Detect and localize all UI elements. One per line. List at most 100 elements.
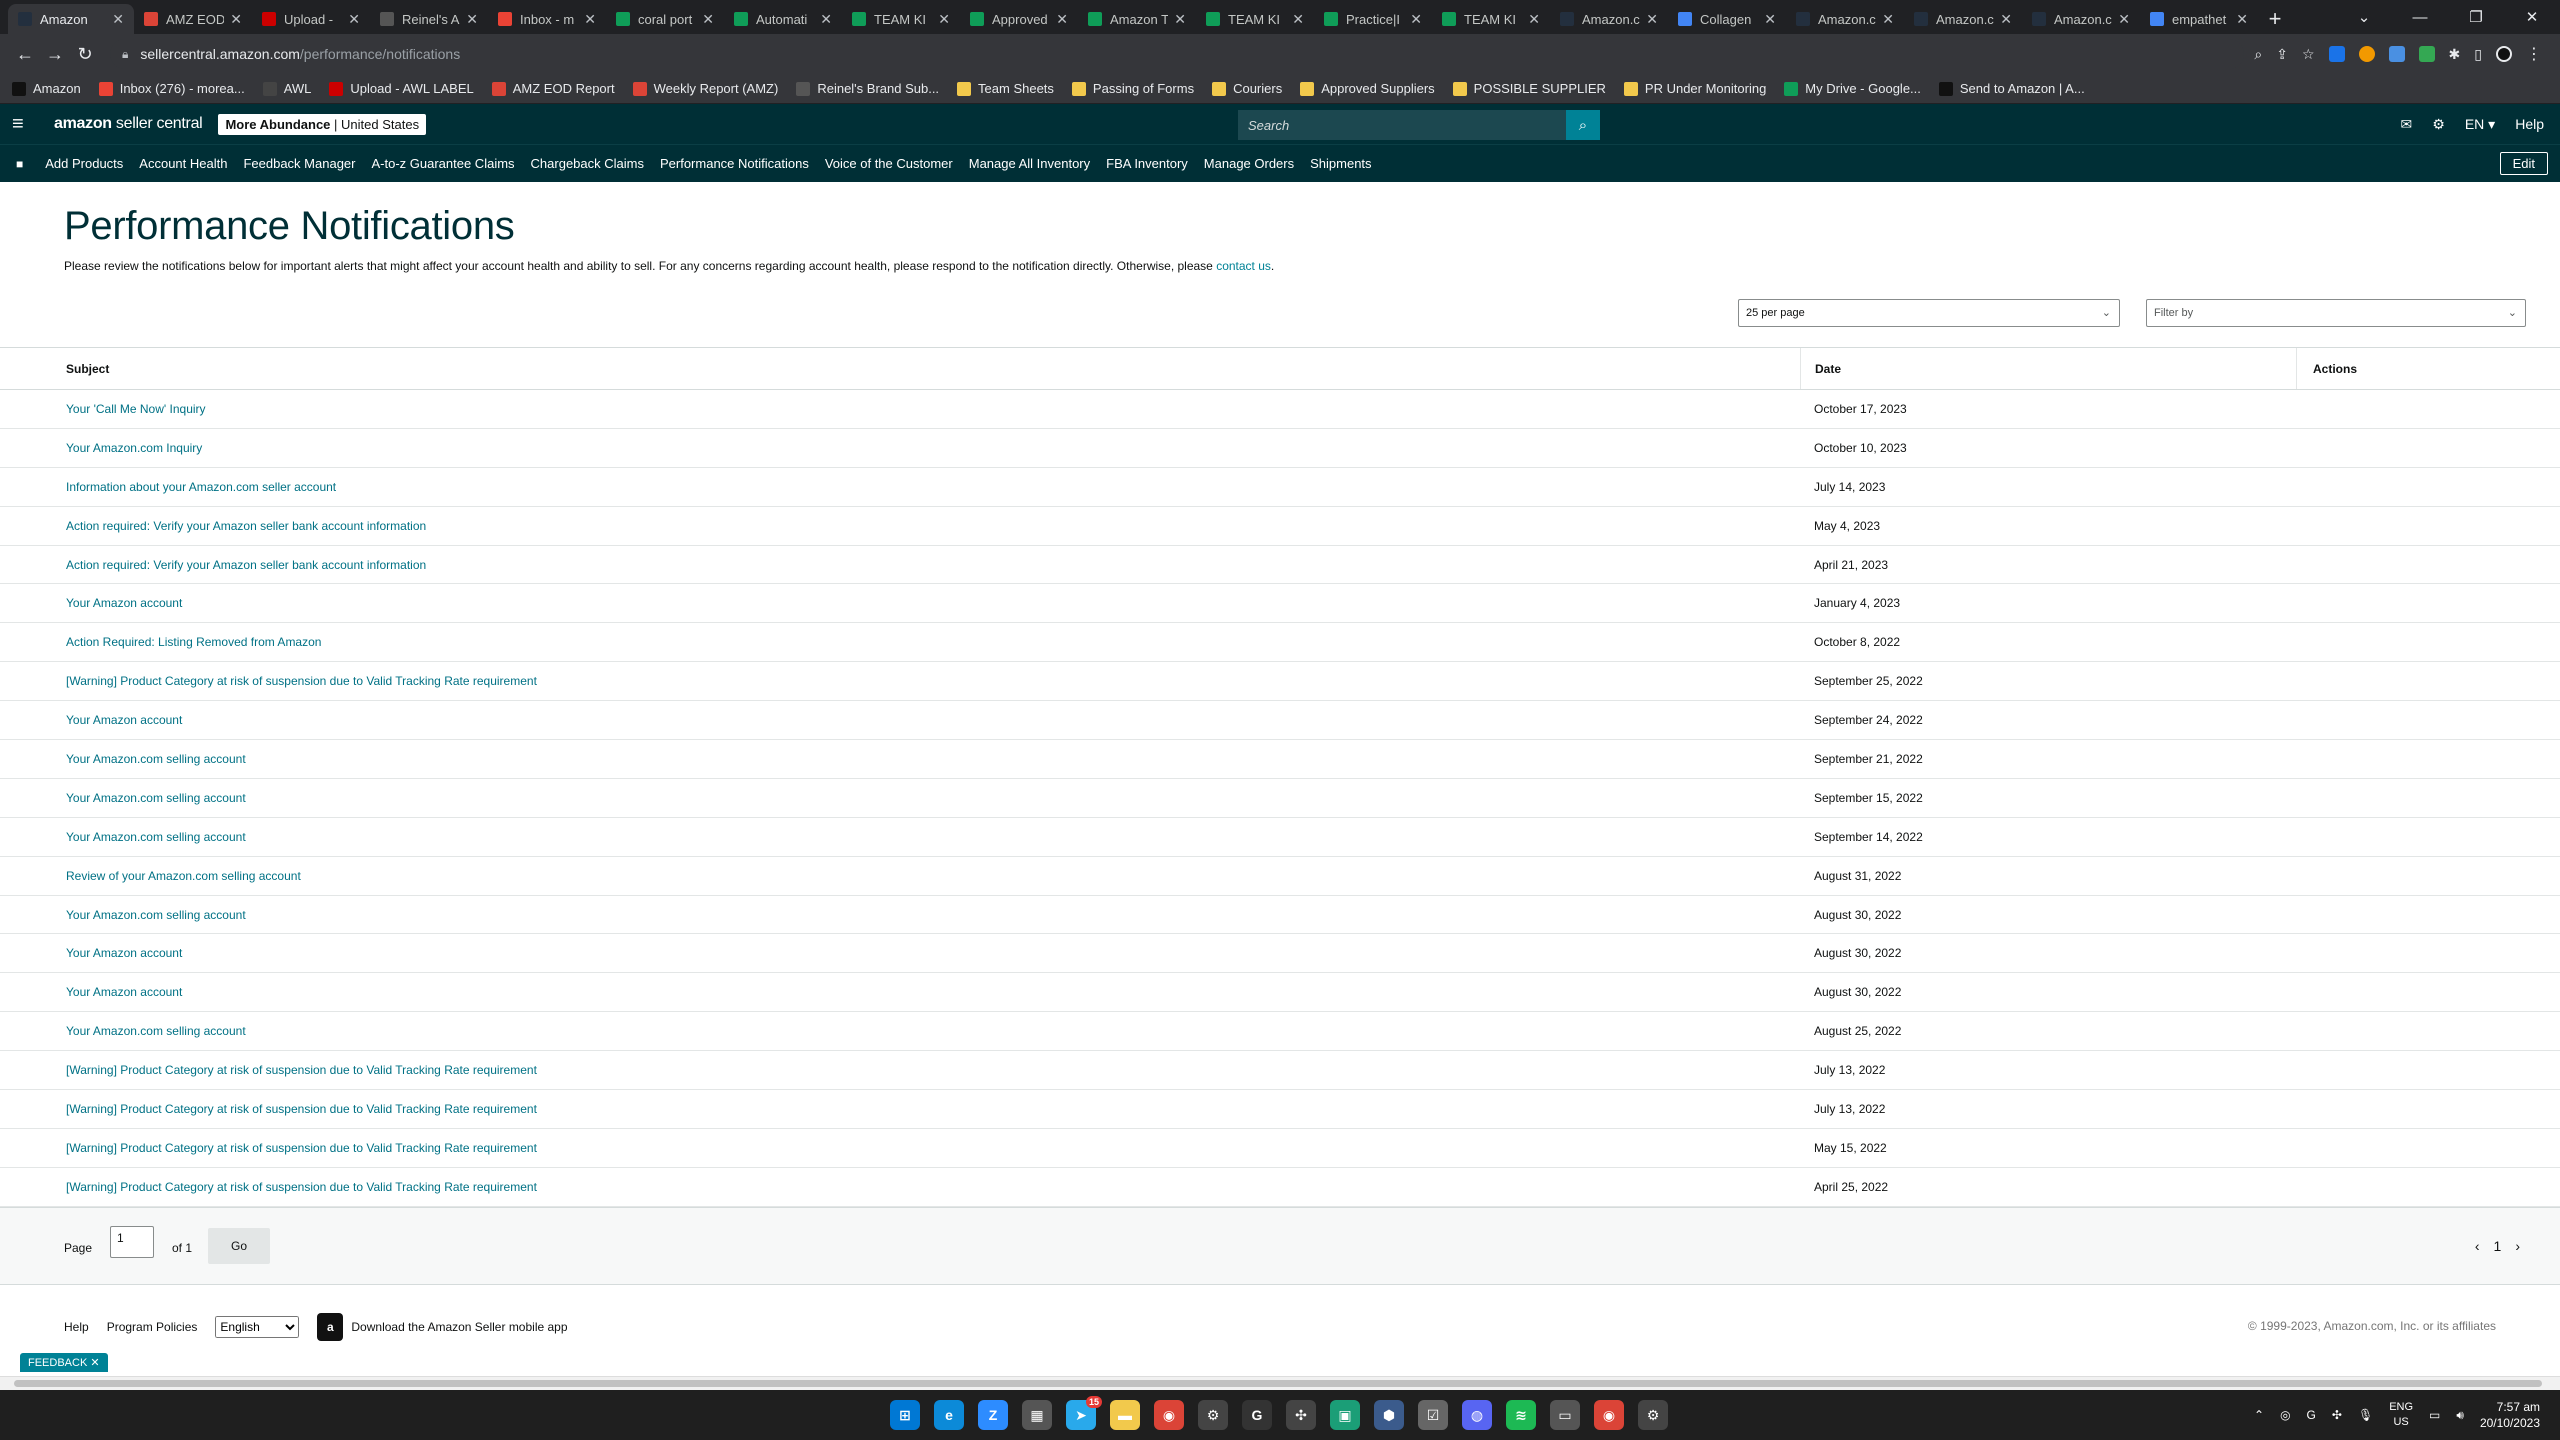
nav-link[interactable]: A-to-z Guarantee Claims bbox=[371, 156, 514, 171]
browser-tab[interactable]: Reinel's A ✕ bbox=[370, 4, 488, 34]
notification-link[interactable]: Your Amazon.com selling account bbox=[66, 1024, 246, 1038]
header-date[interactable]: Date bbox=[1800, 348, 2296, 389]
notification-link[interactable]: [Warning] Product Category at risk of su… bbox=[66, 1102, 537, 1116]
notification-link[interactable]: [Warning] Product Category at risk of su… bbox=[66, 674, 537, 688]
close-icon[interactable]: ✕ bbox=[1056, 11, 1068, 28]
settings-icon[interactable]: ⚙ bbox=[1638, 1400, 1668, 1430]
notification-link[interactable]: Your 'Call Me Now' Inquiry bbox=[66, 402, 206, 416]
close-icon[interactable]: ✕ bbox=[938, 11, 950, 28]
bookmark-item[interactable]: My Drive - Google... bbox=[1784, 81, 1921, 96]
close-icon[interactable]: ✕ bbox=[1646, 11, 1658, 28]
edge-icon[interactable]: e bbox=[934, 1400, 964, 1430]
bookmark-item[interactable]: Couriers bbox=[1212, 81, 1282, 96]
grammarly-tray-icon[interactable]: G bbox=[2307, 1408, 2316, 1422]
volume-icon[interactable]: 🔊︎ bbox=[2456, 1408, 2464, 1423]
calculator-icon[interactable]: ▦ bbox=[1022, 1400, 1052, 1430]
nav-link[interactable]: Shipments bbox=[1310, 156, 1371, 171]
nav-link[interactable]: FBA Inventory bbox=[1106, 156, 1188, 171]
program-policies-link[interactable]: Program Policies bbox=[107, 1320, 198, 1334]
share-icon[interactable]: ⇪ bbox=[2276, 46, 2288, 63]
mail-icon[interactable]: ✉ bbox=[2401, 116, 2413, 133]
language-indicator[interactable]: ENG US bbox=[2389, 1400, 2413, 1430]
bookmark-item[interactable]: Weekly Report (AMZ) bbox=[632, 81, 778, 96]
chrome-icon[interactable]: ◉ bbox=[1154, 1400, 1184, 1430]
nav-link[interactable]: Performance Notifications bbox=[660, 156, 809, 171]
gear-icon[interactable]: ⚙ bbox=[2432, 116, 2445, 133]
notification-link[interactable]: [Warning] Product Category at risk of su… bbox=[66, 1063, 537, 1077]
nav-link[interactable]: Manage All Inventory bbox=[969, 156, 1090, 171]
restore-icon[interactable]: ❐ bbox=[2448, 8, 2504, 26]
bookmark-item[interactable]: AWL bbox=[262, 81, 311, 96]
close-icon[interactable]: ✕ bbox=[584, 11, 596, 28]
close-icon[interactable]: ✕ bbox=[230, 11, 242, 28]
bookmark-item[interactable]: Send to Amazon | A... bbox=[1938, 81, 2085, 96]
close-icon[interactable]: ✕ bbox=[820, 11, 832, 28]
back-icon[interactable]: ← bbox=[10, 44, 40, 65]
close-icon[interactable]: ✕ bbox=[1882, 11, 1894, 28]
store-selector[interactable]: More Abundance | United States bbox=[218, 113, 427, 135]
profile-avatar-icon[interactable] bbox=[2496, 46, 2512, 62]
file-explorer-icon[interactable]: ▬ bbox=[1110, 1400, 1140, 1430]
close-icon[interactable]: ✕ bbox=[2236, 11, 2248, 28]
extension-icon[interactable] bbox=[2358, 46, 2375, 62]
scrollbar-thumb[interactable] bbox=[14, 1380, 2542, 1387]
chevron-up-icon[interactable]: ⌃ bbox=[2254, 1408, 2264, 1422]
feedback-button[interactable]: FEEDBACK ✕ bbox=[20, 1353, 108, 1372]
chevron-right-icon[interactable]: › bbox=[2515, 1238, 2520, 1254]
notification-link[interactable]: Information about your Amazon.com seller… bbox=[66, 480, 336, 494]
reload-icon[interactable]: ↻ bbox=[70, 44, 100, 65]
steam-icon[interactable]: ◎ bbox=[2280, 1408, 2290, 1422]
browser-tab[interactable]: Upload - ✕ bbox=[252, 4, 370, 34]
nav-link[interactable]: Voice of the Customer bbox=[825, 156, 953, 171]
close-icon[interactable]: ✕ bbox=[1292, 11, 1304, 28]
chrome-icon[interactable]: ◉ bbox=[1594, 1400, 1624, 1430]
notification-link[interactable]: Action required: Verify your Amazon sell… bbox=[66, 519, 426, 533]
clock[interactable]: 7:57 am 20/10/2023 bbox=[2480, 1399, 2540, 1431]
horizontal-scrollbar[interactable] bbox=[0, 1376, 2560, 1390]
notification-link[interactable]: Your Amazon account bbox=[66, 596, 182, 610]
window-icon[interactable]: ▭ bbox=[1550, 1400, 1580, 1430]
network-icon[interactable]: ▭ bbox=[2429, 1408, 2440, 1422]
notification-link[interactable]: Your Amazon.com selling account bbox=[66, 791, 246, 805]
telegram-icon[interactable]: ➤ 15 bbox=[1066, 1396, 1102, 1430]
star-icon[interactable]: ☆ bbox=[2302, 46, 2315, 63]
sidepanel-icon[interactable]: ▯ bbox=[2474, 46, 2482, 63]
url-input[interactable]: 🔒︎ sellercentral.amazon.com/performance/… bbox=[110, 39, 2245, 69]
forward-icon[interactable]: → bbox=[40, 44, 70, 65]
discord-icon[interactable]: ◍ bbox=[1462, 1400, 1492, 1430]
bookmark-item[interactable]: Upload - AWL LABEL bbox=[329, 81, 474, 96]
chevron-left-icon[interactable]: ‹ bbox=[2475, 1238, 2480, 1254]
close-window-icon[interactable]: ✕ bbox=[2504, 8, 2560, 26]
notification-link[interactable]: Review of your Amazon.com selling accoun… bbox=[66, 869, 301, 883]
notification-link[interactable]: Action required: Verify your Amazon sell… bbox=[66, 558, 426, 572]
filter-select[interactable]: Filter by ⌄ bbox=[2146, 299, 2526, 327]
windows-icon[interactable]: ⊞ bbox=[890, 1400, 920, 1430]
browser-tab[interactable]: empathet ✕ bbox=[2140, 4, 2258, 34]
tab-search-icon[interactable]: ⌄ bbox=[2336, 8, 2392, 26]
per-page-select[interactable]: 25 per page ⌄ bbox=[1738, 299, 2120, 327]
bookmark-item[interactable]: Passing of Forms bbox=[1071, 81, 1194, 96]
browser-tab[interactable]: Automati ✕ bbox=[724, 4, 842, 34]
zoom-icon[interactable]: ⌕ bbox=[2254, 46, 2262, 63]
bookmark-item[interactable]: POSSIBLE SUPPLIER bbox=[1452, 81, 1606, 96]
hamburger-menu-icon[interactable]: ≡ bbox=[12, 113, 44, 136]
browser-tab[interactable]: Approved ✕ bbox=[960, 4, 1078, 34]
current-page[interactable]: 1 bbox=[2494, 1238, 2502, 1254]
zoom-icon[interactable]: Z bbox=[978, 1400, 1008, 1430]
grammarly-icon[interactable]: G bbox=[1242, 1400, 1272, 1430]
notification-link[interactable]: Your Amazon.com selling account bbox=[66, 752, 246, 766]
puzzle-icon[interactable]: ✱ bbox=[2449, 46, 2461, 63]
bookmark-item[interactable]: AMZ EOD Report bbox=[491, 81, 615, 96]
extension-icon[interactable] bbox=[2388, 46, 2405, 62]
bookmark-item[interactable]: Approved Suppliers bbox=[1300, 81, 1435, 96]
notification-link[interactable]: Your Amazon account bbox=[66, 713, 182, 727]
page-number-input[interactable]: 1 bbox=[110, 1225, 154, 1258]
minimize-icon[interactable]: — bbox=[2392, 9, 2448, 26]
close-icon[interactable]: ✕ bbox=[466, 11, 478, 28]
extension-icon[interactable] bbox=[2418, 46, 2435, 62]
nav-link[interactable]: Add Products bbox=[45, 156, 123, 171]
close-icon[interactable]: ✕ bbox=[112, 11, 124, 28]
close-icon[interactable]: ✕ bbox=[702, 11, 714, 28]
footer-help-link[interactable]: Help bbox=[64, 1320, 89, 1334]
language-selector[interactable]: EN ▾ bbox=[2465, 116, 2495, 133]
